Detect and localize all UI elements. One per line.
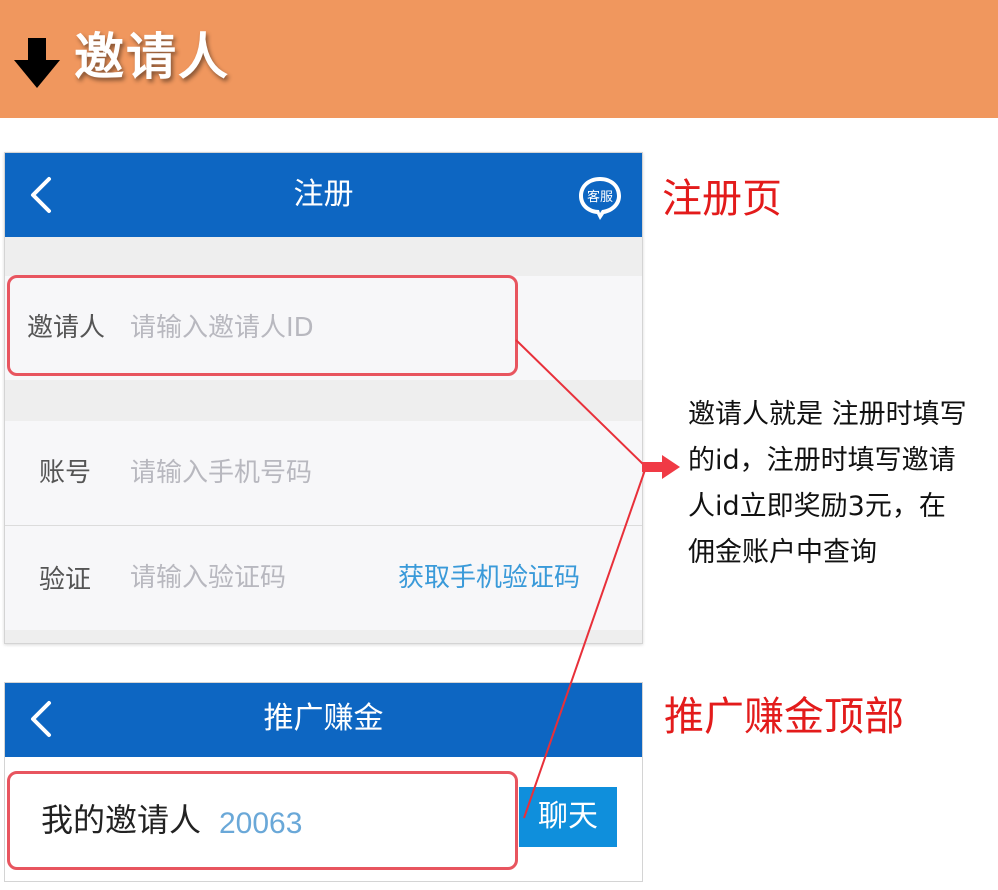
my-inviter-highlight-box	[7, 771, 518, 870]
inviter-highlight-box	[7, 275, 518, 376]
explanation-text: 邀请人就是 注册时填写 的id，注册时填写邀请 人id立即奖励3元，在 佣金账户…	[688, 399, 967, 568]
account-row[interactable]: 账号 请输入手机号码	[5, 421, 642, 525]
promo-title: 推广赚金	[263, 701, 384, 736]
register-page-annotation: 注册页	[662, 176, 782, 222]
register-title: 注册	[293, 177, 354, 212]
promo-top-annotation: 推广赚金顶部	[664, 694, 904, 740]
verify-row[interactable]: 验证 请输入验证码 获取手机验证码	[5, 526, 642, 630]
chat-button[interactable]: 聊天	[519, 787, 617, 847]
verify-label: 验证	[38, 565, 91, 595]
arrow-down-icon	[14, 38, 60, 88]
account-label: 账号	[38, 458, 91, 488]
register-screen: 注册 客服 邀请人 请输入邀请人ID 账号 请输入手机号码 验证 请输入验证码 …	[4, 152, 643, 644]
banner-title: 邀请人	[74, 28, 230, 86]
header-banner: 邀请人	[0, 0, 998, 118]
phone-number-input[interactable]: 请输入手机号码	[130, 455, 312, 491]
promo-nav-bar: 推广赚金	[5, 683, 642, 757]
get-verification-code-link[interactable]: 获取手机验证码	[398, 560, 580, 596]
register-nav-bar: 注册 客服	[5, 153, 642, 237]
customer-service-icon[interactable]: 客服	[575, 173, 625, 223]
verification-code-input[interactable]: 请输入验证码	[130, 560, 286, 596]
service-icon-label: 客服	[587, 189, 613, 205]
